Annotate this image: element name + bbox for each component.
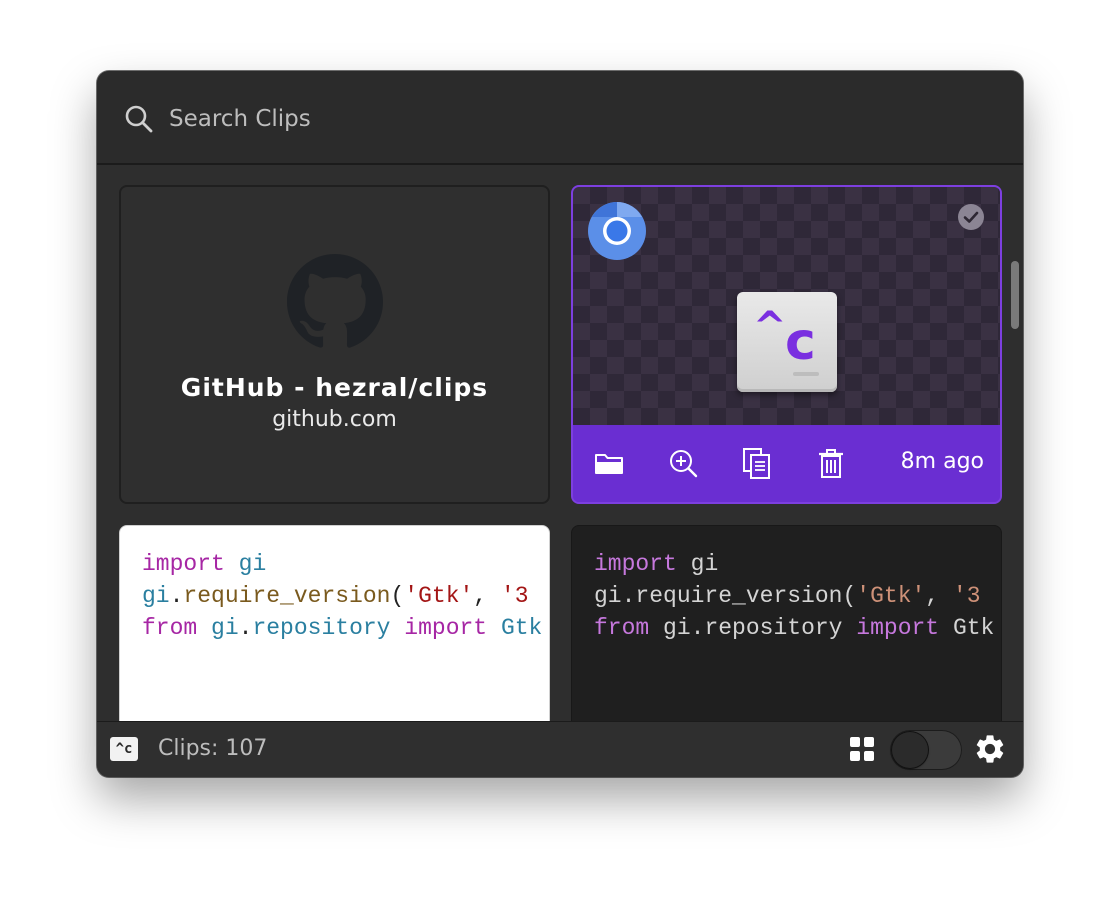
code-token: gi	[663, 615, 691, 641]
clip-count: Clips: 107	[158, 736, 268, 761]
code-token: from	[142, 615, 198, 641]
code-token: require_version	[183, 583, 391, 609]
code-token: Gtk	[500, 615, 542, 641]
gear-icon[interactable]	[973, 732, 1007, 766]
trash-icon[interactable]	[815, 447, 847, 479]
code-token: gi	[142, 583, 170, 609]
selected-check-icon	[958, 204, 984, 230]
code-token: Gtk	[952, 615, 994, 641]
footer-bar: ^c Clips: 107	[97, 721, 1023, 777]
code-token: import	[404, 615, 488, 641]
grid-icon[interactable]	[850, 737, 874, 761]
image-clip-card[interactable]: ^ c 8m ago	[571, 185, 1002, 504]
code-token: '3	[952, 583, 981, 609]
code-token: gi	[594, 583, 622, 609]
link-title: GitHub - hezral/clips	[180, 373, 489, 402]
link-domain: github.com	[272, 407, 397, 432]
code-token: gi	[238, 551, 267, 577]
code-token: from	[594, 615, 650, 641]
code-snippet: import gi gi.require_version('Gtk', '3 f…	[594, 548, 994, 644]
toggle-knob	[892, 732, 928, 768]
code-clip-card-light[interactable]: import gi gi.require_version('Gtk', '3 f…	[119, 525, 550, 721]
view-toggle[interactable]	[890, 730, 962, 770]
code-snippet: import gi gi.require_version('Gtk', '3 f…	[142, 548, 542, 644]
code-token: repository	[252, 615, 391, 641]
search-input[interactable]	[167, 99, 771, 139]
code-token: .	[169, 583, 184, 609]
code-token: 'Gtk'	[404, 583, 474, 609]
clips-app-icon: ^ c	[737, 292, 837, 392]
link-clip-card[interactable]: GitHub - hezral/clips github.com	[119, 185, 550, 504]
code-token: .	[621, 583, 636, 609]
chromium-icon	[588, 202, 646, 260]
clip-action-bar: 8m ago	[573, 425, 1000, 502]
code-token: require_version	[635, 583, 843, 609]
github-icon	[287, 254, 383, 348]
code-token: (	[842, 583, 857, 609]
search-header	[97, 71, 1023, 165]
app-icon-letter: c	[785, 312, 816, 372]
code-clip-card-dark[interactable]: import gi gi.require_version('Gtk', '3 f…	[571, 525, 1002, 721]
code-token: repository	[704, 615, 843, 641]
code-token: 'Gtk'	[856, 583, 926, 609]
code-token: gi	[211, 615, 239, 641]
app-icon-line	[793, 372, 819, 376]
copy-icon[interactable]	[741, 447, 773, 479]
zoom-in-icon[interactable]	[667, 447, 699, 479]
clips-window: GitHub - hezral/clips github.com ^ c	[97, 71, 1023, 777]
clips-grid: GitHub - hezral/clips github.com ^ c 8m …	[97, 165, 1023, 721]
code-token: import	[594, 551, 677, 577]
code-token: .	[690, 615, 705, 641]
code-token: '3	[500, 583, 529, 609]
code-token: (	[390, 583, 405, 609]
app-icon-caret: ^	[753, 304, 787, 350]
code-token: import	[856, 615, 940, 641]
code-token: .	[238, 615, 253, 641]
code-token: ,	[473, 583, 501, 609]
code-token: import	[142, 551, 225, 577]
folder-icon[interactable]	[593, 447, 625, 479]
scrollbar-thumb[interactable]	[1011, 261, 1019, 329]
app-logo-icon: ^c	[110, 737, 138, 761]
clip-timestamp: 8m ago	[900, 449, 984, 474]
search-icon	[125, 105, 153, 133]
code-token: gi	[690, 551, 719, 577]
code-token: ,	[925, 583, 953, 609]
